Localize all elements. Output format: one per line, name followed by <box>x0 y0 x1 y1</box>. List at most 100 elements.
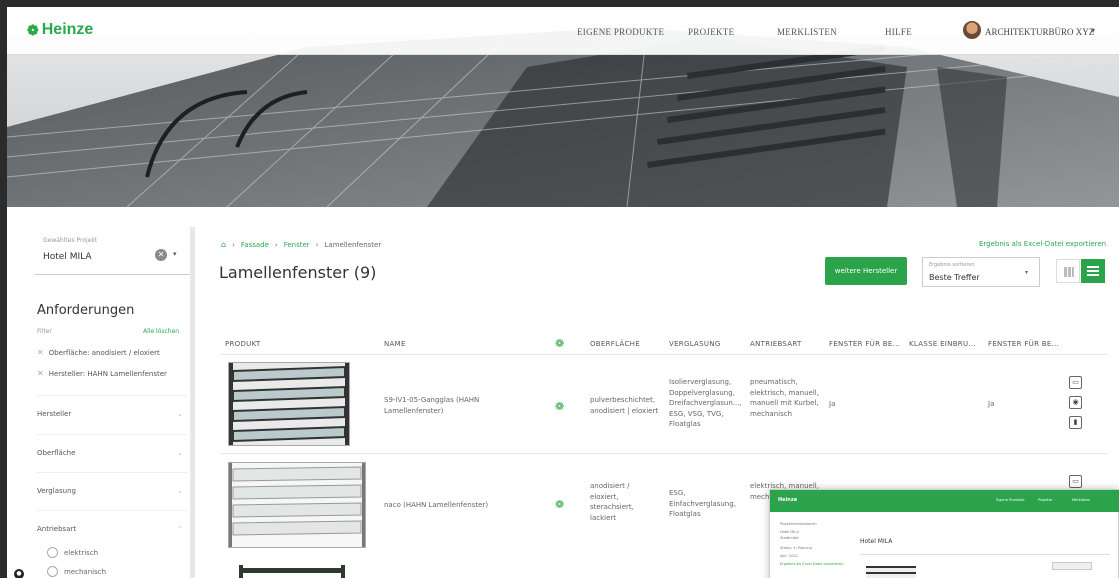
chevron-down-icon: ⌄ <box>177 487 183 495</box>
project-select[interactable]: Gewähltes Projekt Hotel MILA ✕ ▾ <box>35 231 190 275</box>
cell-fenster-1: Ja <box>829 400 836 408</box>
clear-icon[interactable]: ✕ <box>155 249 167 261</box>
popup-divider <box>860 554 1110 555</box>
facet-oberflaeche[interactable]: Oberfläche ⌄ <box>37 434 187 457</box>
breadcrumb-fassade[interactable]: Fassade <box>241 241 269 249</box>
cell-oberflaeche: pulverbeschichtet, anodisiert | eloxiert <box>590 396 659 415</box>
column-header-antriebsart[interactable]: ANTRIEBSART <box>750 340 802 348</box>
hero-banner: ❁ Heinze EIGENE PRODUKTE PROJEKTE MERKLIS… <box>7 7 1119 207</box>
chevron-down-icon: ⌄ <box>177 410 183 418</box>
radio-circle-icon <box>47 566 58 577</box>
table-divider <box>221 354 1107 355</box>
user-avatar[interactable] <box>963 21 981 39</box>
column-header-name[interactable]: NAME <box>384 340 406 348</box>
requirements-title: Anforderungen <box>37 303 135 318</box>
app-frame: ❁ Heinze EIGENE PRODUKTE PROJEKTE MERKLIS… <box>7 7 1119 578</box>
home-icon[interactable]: ⌂ <box>221 240 226 249</box>
remove-icon[interactable]: ✕ <box>37 348 44 357</box>
add-to-list-icon[interactable]: ▭ <box>1069 475 1082 488</box>
shield-icon[interactable]: ● <box>14 569 24 578</box>
nav-projekte[interactable]: PROJEKTE <box>688 27 734 37</box>
filter-sidebar: Gewähltes Projekt Hotel MILA ✕ ▾ Anforde… <box>14 227 195 578</box>
nav-merklisten[interactable]: MERKLISTEN <box>777 27 837 37</box>
filter-chip[interactable]: ✕ Hersteller: HAHN Lamellenfenster <box>37 369 167 378</box>
louvre-window-image <box>239 565 345 578</box>
cell-antriebsart: pneumatisch, elektrisch, manuell, manuel… <box>750 378 819 418</box>
popup-side-title: Projektinformationen <box>780 522 817 526</box>
sort-label: Ergebnis sortieren <box>929 262 975 268</box>
popup-export-link[interactable]: Ergebnis als Excel-Datei exportieren <box>780 562 844 566</box>
heinze-badge-icon: ❁ <box>555 400 565 413</box>
product-image[interactable] <box>228 462 366 548</box>
clear-all-filters-link[interactable]: Alle löschen <box>143 328 179 335</box>
facet-antriebsart[interactable]: Antriebsart ⌃ <box>37 510 187 533</box>
remove-icon[interactable]: ✕ <box>37 369 44 378</box>
louvre-window-image <box>229 463 365 547</box>
filter-chip[interactable]: ✕ Oberfläche: anodisiert / eloxiert <box>37 348 160 357</box>
list-icon <box>1087 266 1099 276</box>
more-manufacturers-button[interactable]: weitere Hersteller <box>825 257 907 285</box>
product-name[interactable]: naco (HAHN Lamellenfenster) <box>384 500 504 511</box>
page-title: Lamellenfenster (9) <box>219 263 377 282</box>
bookmark-icon[interactable]: ▮ <box>1069 416 1082 429</box>
list-view-button[interactable] <box>1081 259 1105 283</box>
column-header-fenster-1[interactable]: FENSTER FÜR BE... <box>829 340 900 348</box>
column-header-produkt[interactable]: PRODUKT <box>225 340 261 348</box>
nav-eigene-produkte[interactable]: EIGENE PRODUKTE <box>577 27 664 37</box>
sidebar-scrollbar[interactable] <box>190 227 195 578</box>
grid-icon <box>1064 267 1074 277</box>
cell-oberflaeche: anodisiert / eloxiert, sterachsiert, lac… <box>590 482 634 522</box>
grid-view-button[interactable] <box>1056 259 1080 283</box>
product-image[interactable] <box>239 564 345 578</box>
chevron-down-icon: ▾ <box>1025 269 1029 276</box>
heinze-column-icon: ❁ <box>555 337 565 350</box>
chevron-down-icon[interactable]: ▾ <box>173 250 177 258</box>
popup-title: Hotel MILA <box>860 538 893 545</box>
heinze-badge-icon: ❁ <box>555 498 565 511</box>
facet-hersteller[interactable]: Hersteller ⌄ <box>37 395 187 418</box>
heinze-logo-icon: ❁ <box>27 21 39 38</box>
popup-nav-item[interactable]: Projekte <box>1038 498 1052 502</box>
nav-hilfe[interactable]: HILFE <box>885 27 912 37</box>
export-excel-link[interactable]: Ergebnis als Excel-Datei exportieren <box>979 240 1106 248</box>
product-name[interactable]: S9-iV1-05-Gangglas (HAHN Lamellenfenster… <box>384 395 494 416</box>
facet-verglasung[interactable]: Verglasung ⌄ <box>37 472 187 495</box>
breadcrumb: ⌂ › Fassade › Fenster › Lamellenfenster <box>221 240 382 249</box>
user-menu[interactable]: ARCHITEKTURBÜRO XYZ <box>985 27 1094 37</box>
sort-select[interactable]: Ergebnis sortieren Beste Treffer ▾ <box>922 257 1040 287</box>
popup-header: Heinze Eigene Produkte Projekte Merklist… <box>770 490 1119 512</box>
popup-side-line: Stadtmitte <box>780 536 799 540</box>
column-header-fenster-2[interactable]: FENSTER FÜR BE... <box>988 340 1059 348</box>
table-divider <box>221 453 1107 454</box>
radio-circle-icon <box>47 547 58 558</box>
popup-side-line: Jahr: 2021 <box>780 554 798 558</box>
compare-icon[interactable]: ◉ <box>1069 396 1082 409</box>
radio-elektrisch[interactable]: elektrisch <box>47 547 98 558</box>
popup-button[interactable] <box>1052 562 1092 570</box>
sort-value: Beste Treffer <box>929 273 980 282</box>
popup-logo: Heinze <box>778 497 798 503</box>
column-header-oberflaeche[interactable]: OBERFLÄCHE <box>590 340 640 348</box>
column-header-verglasung[interactable]: VERGLASUNG <box>669 340 721 348</box>
popup-nav-item[interactable]: Merklisten <box>1072 498 1090 502</box>
chevron-down-icon: ⌄ <box>177 449 183 457</box>
radio-mechanisch[interactable]: mechanisch <box>47 566 106 577</box>
chevron-down-icon[interactable]: ▾ <box>1091 26 1095 35</box>
filter-label: Filter <box>37 328 52 335</box>
cell-verglasung: Isolierverglasung, Doppelverglasung, Dre… <box>669 378 742 428</box>
top-navigation: ❁ Heinze EIGENE PRODUKTE PROJEKTE MERKLIS… <box>7 7 1119 55</box>
popup-product-thumb <box>866 566 916 578</box>
preview-popup[interactable]: Heinze Eigene Produkte Projekte Merklist… <box>769 489 1119 578</box>
chevron-up-icon: ⌃ <box>177 525 183 533</box>
product-image[interactable] <box>228 362 350 446</box>
breadcrumb-current: Lamellenfenster <box>324 240 382 249</box>
popup-nav-item[interactable]: Eigene Produkte <box>996 498 1025 502</box>
breadcrumb-fenster[interactable]: Fenster <box>284 241 310 249</box>
cell-fenster-2: Ja <box>988 400 995 408</box>
column-header-klasse[interactable]: KLASSE EINBRU... <box>909 340 976 348</box>
add-to-list-icon[interactable]: ▭ <box>1069 376 1082 389</box>
project-select-label: Gewähltes Projekt <box>43 237 98 244</box>
popup-side-line: Status: in Planung <box>780 546 812 550</box>
heinze-logo[interactable]: ❁ Heinze <box>27 21 93 39</box>
project-select-value: Hotel MILA <box>43 252 92 262</box>
